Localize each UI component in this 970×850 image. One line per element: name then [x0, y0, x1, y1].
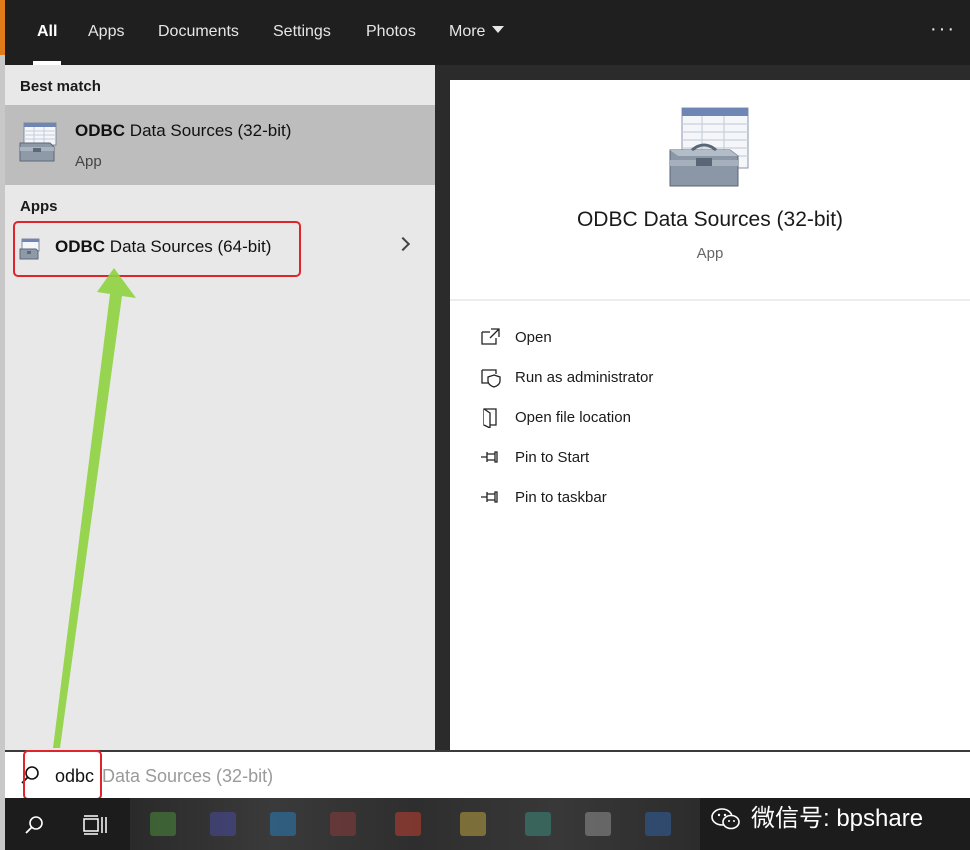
windows-search-panel: All Apps Documents Settings Photos More …	[0, 0, 970, 850]
annotation-arrow	[53, 268, 136, 748]
